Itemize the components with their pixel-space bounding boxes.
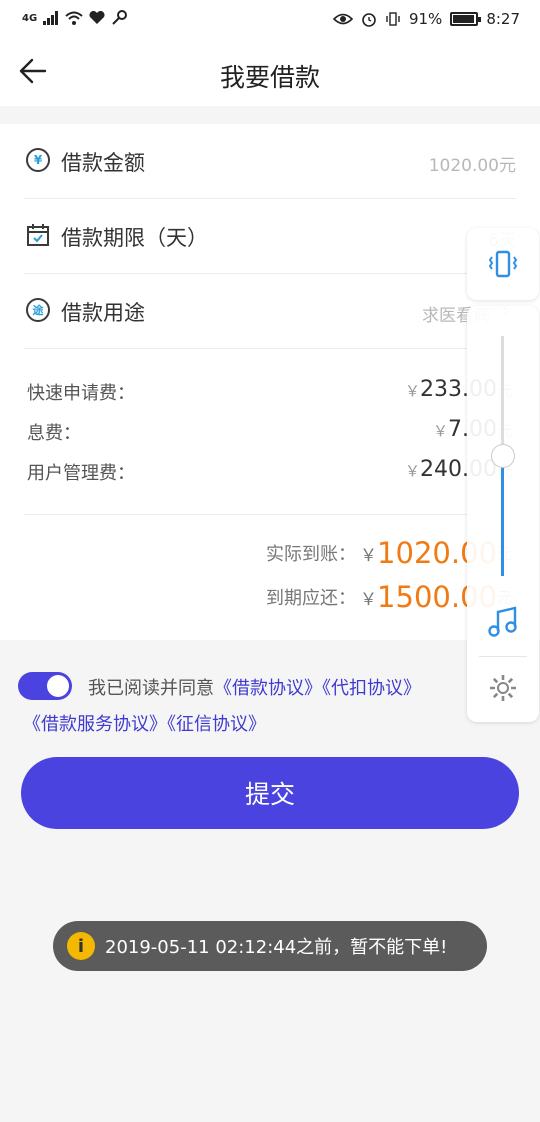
network-type: 4G: [22, 12, 38, 24]
agree-toggle[interactable]: [18, 672, 72, 700]
status-bar: 4G 91% 8:27: [0, 0, 540, 42]
loan-form-card: ¥ 借款金额 1020.00元 借款期限（天） 6天 途 借款用途 求医看病 ›…: [0, 124, 540, 640]
period-row[interactable]: 借款期限（天） 6天: [24, 199, 516, 274]
amount-row[interactable]: ¥ 借款金额 1020.00元: [24, 124, 516, 199]
fee-list: 快速申请费： ￥233.00元 息费： ￥7.00元 用户管理费： ￥240.0…: [27, 377, 513, 499]
fee-item: 快速申请费： ￥233.00元: [27, 377, 513, 419]
volume-knob[interactable]: [491, 444, 515, 468]
service-agreement-link[interactable]: 《借款服务协议》: [23, 714, 167, 735]
purpose-row[interactable]: 途 借款用途 求医看病 ›: [24, 274, 516, 349]
wifi-icon: [65, 11, 83, 25]
loan-agreement-link[interactable]: 《借款协议》: [214, 678, 322, 699]
purpose-icon: 途: [26, 298, 50, 322]
fee-item: 用户管理费： ￥240.00元: [27, 457, 513, 499]
battery-icon: [450, 12, 482, 26]
info-icon: i: [67, 932, 95, 960]
toast-message: i 2019-05-11 02:12:44之前，暂不能下单!: [53, 921, 487, 971]
key-icon: [112, 10, 128, 25]
credit-agreement-link[interactable]: 《征信协议》: [167, 714, 266, 735]
clock: 8:27: [486, 10, 520, 28]
eye-icon: [332, 13, 353, 25]
alarm-icon: [362, 13, 376, 27]
signal-icon: [43, 11, 59, 25]
battery-percent: 91%: [408, 10, 443, 28]
vibrate-mode-icon: [488, 250, 518, 278]
fee-label: 快速申请费：: [27, 383, 135, 404]
period-label: 借款期限（天）: [61, 226, 208, 250]
volume-fill: [501, 456, 504, 576]
fee-label: 用户管理费：: [27, 463, 135, 484]
toast-text: 2019-05-11 02:12:44之前，暂不能下单!: [105, 937, 448, 958]
divider: [24, 514, 516, 515]
amount-label: 借款金额: [61, 151, 145, 175]
yuan-icon: ¥: [26, 148, 50, 172]
settings-gear-icon[interactable]: [488, 673, 518, 703]
music-note-icon: [488, 606, 517, 637]
agreement-text-line2: 《借款服务协议》《征信协议》: [23, 710, 266, 736]
volume-panel: [467, 228, 539, 722]
purpose-label: 借款用途: [61, 301, 145, 325]
fee-item: 息费： ￥7.00元: [27, 417, 513, 459]
submit-button[interactable]: 提交: [21, 757, 519, 829]
amount-value: 1020.00元: [428, 156, 516, 176]
health-icon: [89, 11, 105, 24]
page-title: 我要借款: [219, 63, 320, 92]
deduction-agreement-link[interactable]: 《代扣协议》: [322, 678, 421, 699]
app-header: 我要借款: [0, 42, 540, 106]
divider: [479, 656, 527, 657]
vibrate-toggle[interactable]: [467, 228, 539, 300]
fee-label: 息费：: [27, 423, 81, 444]
vibrate-icon: [386, 12, 400, 26]
agreement-text: 我已阅读并同意《借款协议》《代扣协议》: [88, 678, 421, 699]
volume-slider[interactable]: [467, 306, 539, 722]
calendar-icon: [27, 224, 49, 246]
